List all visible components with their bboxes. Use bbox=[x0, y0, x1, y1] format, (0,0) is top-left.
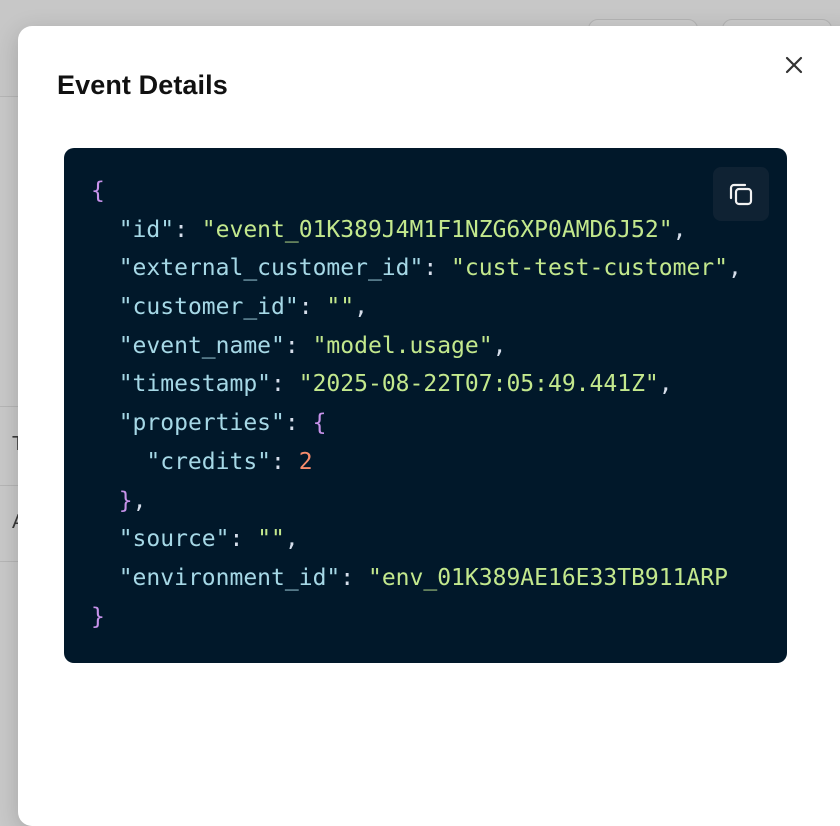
json-line: "event_name": "model.usage", bbox=[118, 332, 507, 359]
json-key-source: "source" bbox=[118, 526, 230, 553]
json-value-source: "" bbox=[257, 526, 285, 553]
json-line: "external_customer_id": "cust-test-custo… bbox=[118, 255, 742, 282]
json-line: "source": "", bbox=[118, 526, 299, 553]
json-properties-close-brace: } bbox=[118, 487, 133, 514]
json-value-timestamp: "2025-08-22T07:05:49.441Z" bbox=[298, 371, 659, 398]
event-details-modal: Event Details { "id": "event_01K389J4M1F… bbox=[18, 26, 840, 826]
json-value-external-customer-id: "cust-test-customer" bbox=[451, 255, 728, 282]
event-json-panel: { "id": "event_01K389J4M1F1NZG6XP0AMD6J5… bbox=[64, 148, 787, 663]
json-key-timestamp: "timestamp" bbox=[118, 371, 272, 398]
json-close-brace: } bbox=[91, 603, 105, 630]
json-key-environment-id: "environment_id" bbox=[118, 564, 341, 591]
json-line: }, bbox=[118, 487, 147, 514]
json-line: "credits": 2 bbox=[146, 448, 313, 475]
json-value-id: "event_01K389J4M1F1NZG6XP0AMD6J52" bbox=[201, 216, 673, 243]
modal-title: Event Details bbox=[57, 70, 228, 100]
json-value-credits: 2 bbox=[298, 448, 313, 475]
json-properties-open-brace: { bbox=[312, 410, 327, 437]
json-key-customer-id: "customer_id" bbox=[118, 294, 299, 321]
json-line: { bbox=[91, 172, 742, 211]
json-line: "id": "event_01K389J4M1F1NZG6XP0AMD6J52"… bbox=[118, 216, 687, 243]
json-line: "timestamp": "2025-08-22T07:05:49.441Z", bbox=[118, 371, 673, 398]
json-value-environment-id: "env_01K389AE16E33TB911ARP bbox=[367, 564, 728, 591]
json-key-event-name: "event_name" bbox=[118, 332, 285, 359]
json-key-id: "id" bbox=[118, 216, 175, 243]
json-key-properties: "properties" bbox=[118, 410, 285, 437]
json-line: } bbox=[91, 598, 742, 637]
json-key-credits: "credits" bbox=[146, 448, 272, 475]
json-value-event-name: "model.usage" bbox=[312, 332, 493, 359]
json-key-external-customer-id: "external_customer_id" bbox=[118, 255, 424, 282]
json-open-brace: { bbox=[91, 178, 105, 204]
json-value-customer-id: "" bbox=[326, 294, 355, 321]
json-line: "environment_id": "env_01K389AE16E33TB91… bbox=[118, 564, 728, 591]
close-button[interactable] bbox=[778, 49, 810, 81]
event-json-code: { "id": "event_01K389J4M1F1NZG6XP0AMD6J5… bbox=[91, 172, 742, 636]
json-line: "properties": { bbox=[118, 410, 327, 437]
close-icon bbox=[785, 56, 803, 74]
json-line: "customer_id": "", bbox=[118, 294, 368, 321]
